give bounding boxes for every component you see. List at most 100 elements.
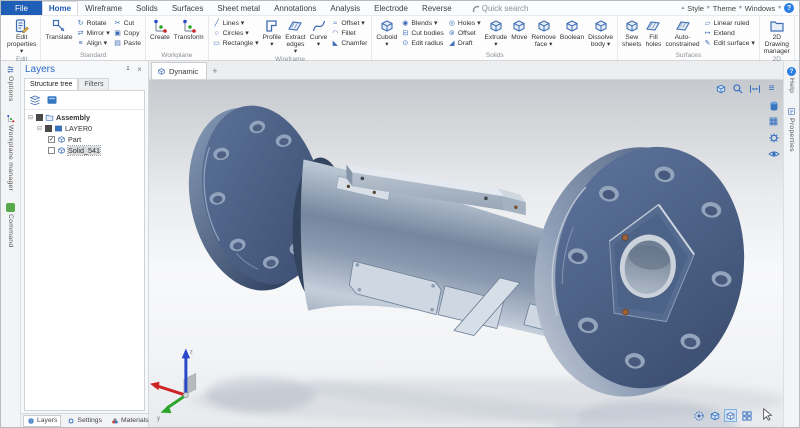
windows-menu[interactable]: Windows: [745, 4, 775, 13]
collapse-ribbon-icon[interactable]: ▴: [681, 5, 684, 11]
create-workplane-button[interactable]: Create: [148, 17, 172, 41]
edit-radius-button[interactable]: ⊙Edit radius: [401, 39, 444, 48]
2d-drawing-manager-button[interactable]: 2D Drawing manager: [762, 17, 792, 55]
view-cube-button[interactable]: [714, 82, 727, 95]
workplane-manager-dock-tab[interactable]: Workplane manager: [6, 114, 15, 191]
curve-button[interactable]: Curve ▾: [308, 17, 330, 48]
cut-icon: ✂: [114, 19, 122, 28]
cut-bodies-button[interactable]: ⊟Cut bodies: [401, 29, 444, 38]
layer-card-icon[interactable]: [46, 94, 58, 106]
circles-button[interactable]: ○Circles ▾: [213, 29, 259, 38]
auto-constrained-button[interactable]: Auto-constrained: [663, 17, 701, 48]
tab-annotations[interactable]: Annotations: [267, 1, 323, 15]
move-button[interactable]: Move: [509, 17, 529, 41]
copy-button[interactable]: ▣Copy: [114, 29, 141, 38]
shading-mode-button[interactable]: [767, 99, 780, 112]
tab-analysis[interactable]: Analysis: [323, 1, 367, 15]
viewport-canvas[interactable]: x y z ≡ ▦: [149, 80, 783, 427]
quick-search[interactable]: Quick search: [471, 1, 529, 15]
tab-home[interactable]: Home: [42, 1, 78, 15]
expander-icon[interactable]: ⊟: [36, 125, 43, 132]
iso-view-button[interactable]: [708, 409, 721, 422]
tab-filters[interactable]: Filters: [78, 78, 109, 90]
checkbox-unchecked[interactable]: [48, 147, 55, 154]
lines-button[interactable]: ╱Lines ▾: [213, 19, 259, 28]
rectangle-button[interactable]: ▭Rectangle ▾: [213, 39, 259, 48]
tree-row-solid541[interactable]: Solid_541: [27, 145, 142, 156]
linear-ruled-button[interactable]: ▱Linear ruled: [704, 19, 755, 28]
style-menu[interactable]: Style: [687, 4, 704, 13]
tab-file[interactable]: File: [1, 1, 42, 15]
holes-button[interactable]: ◎Holes ▾: [448, 19, 481, 28]
tree-row-part[interactable]: ✓ Part: [27, 134, 142, 145]
3d-model-render[interactable]: x y z: [149, 80, 783, 427]
visibility-button[interactable]: [767, 147, 780, 160]
viewport-menu-button[interactable]: ≡: [765, 82, 778, 95]
viewport-tab-dynamic[interactable]: Dynamic: [151, 62, 207, 79]
zoom-orbit-button[interactable]: [731, 82, 744, 95]
layers-panel-header: Layers ×: [21, 61, 148, 78]
offset-solids-button[interactable]: ⊚Offset: [448, 29, 481, 38]
translate-button[interactable]: Translate: [43, 17, 74, 41]
cut-button[interactable]: ✂Cut: [114, 19, 141, 28]
command-dock-tab[interactable]: Command: [6, 203, 15, 247]
profile-button[interactable]: Profile ▾: [261, 17, 284, 48]
draft-button[interactable]: ◢Draft: [448, 39, 481, 48]
tree-row-assembly[interactable]: ⊟ Assembly: [27, 112, 142, 123]
fillet-button[interactable]: ◠Fillet: [331, 29, 367, 38]
tab-structure-tree[interactable]: Structure tree: [24, 78, 78, 90]
dissolve-body-button[interactable]: Dissolve body ▾: [586, 17, 615, 48]
ribbon: Edit properties ▾ Edit Translate ↻Rotate…: [1, 16, 799, 61]
fill-holes-button[interactable]: Fill holes: [643, 17, 663, 48]
extract-edges-button[interactable]: Extract edges ▾: [283, 17, 308, 55]
extrude-button[interactable]: Extrude ▾: [483, 17, 510, 48]
tab-reverse[interactable]: Reverse: [415, 1, 459, 15]
checkbox[interactable]: [45, 125, 52, 132]
chamfer-button[interactable]: ◣Chamfer: [331, 39, 367, 48]
tab-wireframe[interactable]: Wireframe: [78, 1, 129, 15]
sew-sheets-icon: [624, 18, 640, 33]
tab-electrode[interactable]: Electrode: [367, 1, 415, 15]
expander-icon[interactable]: ⊟: [27, 114, 34, 121]
help-dock-tab[interactable]: ? Help: [787, 67, 796, 93]
cuboid-button[interactable]: Cuboid ▾: [374, 17, 399, 48]
perspective-view-button[interactable]: [724, 409, 737, 422]
new-view-tab-button[interactable]: +: [212, 66, 217, 76]
bottom-tab-layers[interactable]: Layers: [23, 415, 61, 427]
checkbox-checked[interactable]: ✓: [48, 136, 55, 143]
properties-dock-tab[interactable]: Properties: [787, 107, 796, 152]
tab-surfaces[interactable]: Surfaces: [165, 1, 211, 15]
four-view-button[interactable]: [740, 409, 753, 422]
multi-view-button[interactable]: ▦: [767, 115, 780, 128]
blends-button[interactable]: ◉Blends ▾: [401, 19, 444, 28]
remove-face-button[interactable]: Remove face ▾: [529, 17, 558, 48]
tab-sheet-metal[interactable]: Sheet metal: [210, 1, 267, 15]
view-settings-button[interactable]: [767, 131, 780, 144]
options-dock-tab[interactable]: Options: [6, 65, 15, 102]
rotate-button[interactable]: ↻Rotate: [77, 19, 110, 28]
align-button[interactable]: ≡Align ▾: [77, 39, 110, 48]
orbit-mode-button[interactable]: [692, 409, 705, 422]
checkbox[interactable]: [36, 114, 43, 121]
extend-button[interactable]: ↦Extend: [704, 29, 755, 38]
fit-view-button[interactable]: [748, 82, 761, 95]
offset-button[interactable]: ≈Offset ▾: [331, 19, 367, 28]
bottom-tab-settings[interactable]: Settings: [64, 416, 105, 426]
transform-workplane-button[interactable]: Transform: [172, 17, 206, 41]
paste-button[interactable]: ▤Paste: [114, 39, 141, 48]
edit-properties-button[interactable]: Edit properties ▾: [5, 17, 38, 55]
mirror-button[interactable]: ⇄Mirror ▾: [77, 29, 110, 38]
dock-tab-label: Command: [7, 214, 14, 247]
pin-icon[interactable]: [123, 65, 132, 75]
boolean-button[interactable]: Boolean: [558, 17, 586, 41]
sew-sheets-button[interactable]: Sew sheets: [620, 17, 643, 48]
bottom-tab-materials[interactable]: Materials: [108, 416, 152, 426]
tree-row-layer0[interactable]: ⊟ LAYER0: [27, 123, 142, 134]
layers-stack-icon[interactable]: [29, 94, 41, 106]
edit-surface-button[interactable]: ✎Edit surface ▾: [704, 39, 755, 48]
close-icon[interactable]: ×: [135, 65, 144, 74]
theme-menu[interactable]: Theme: [713, 4, 736, 13]
help-button[interactable]: ?: [784, 3, 794, 13]
quick-search-label: Quick search: [482, 4, 529, 13]
tab-solids[interactable]: Solids: [129, 1, 165, 15]
